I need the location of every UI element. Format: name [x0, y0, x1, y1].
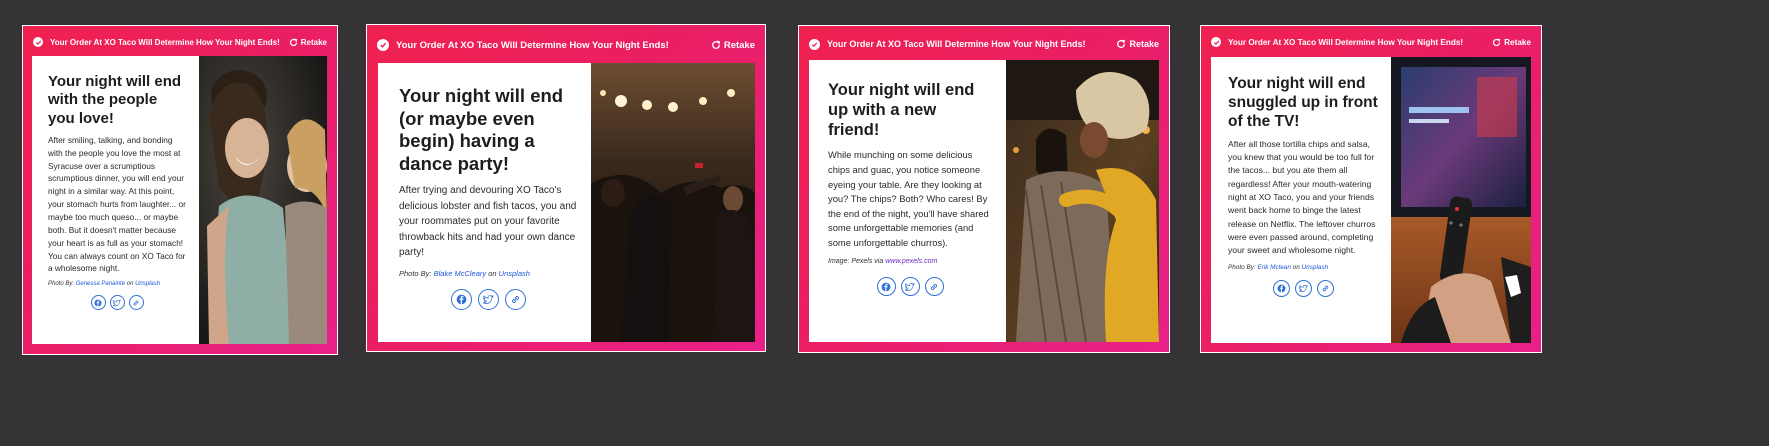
card-header: Your Order At XO Taco Will Determine How… — [367, 25, 765, 65]
quiz-title: Your Order At XO Taco Will Determine How… — [827, 39, 1086, 49]
facebook-share-button[interactable] — [90, 295, 106, 311]
result-card-3: Your Order At XO Taco Will Determine How… — [798, 25, 1170, 353]
facebook-icon — [456, 294, 466, 305]
retake-button[interactable]: Retake — [1116, 39, 1159, 49]
result-text-panel: Your night will end up with a new friend… — [809, 60, 1006, 342]
link-icon — [930, 283, 938, 291]
twitter-icon — [1299, 284, 1308, 292]
card-header: Your Order At XO Taco Will Determine How… — [1201, 26, 1541, 58]
twitter-icon — [113, 299, 121, 307]
retake-label: Retake — [300, 37, 327, 47]
result-card-4: Your Order At XO Taco Will Determine How… — [1200, 25, 1542, 353]
twitter-share-button[interactable] — [477, 288, 499, 310]
copy-link-button[interactable] — [128, 295, 144, 311]
result-photo — [591, 63, 755, 342]
result-text-panel: Your night will end with the people you … — [32, 56, 199, 344]
source-link[interactable]: Unsplash — [135, 281, 160, 287]
result-text-panel: Your night will end (or maybe even begin… — [378, 63, 591, 342]
refresh-icon — [1117, 39, 1126, 48]
quiz-title: Your Order At XO Taco Will Determine How… — [396, 39, 669, 51]
friends-laughing-photo — [199, 56, 327, 344]
facebook-share-button[interactable] — [450, 288, 472, 310]
facebook-icon — [1277, 284, 1286, 292]
result-description: After smiling, talking, and bonding with… — [48, 134, 186, 274]
result-headline: Your night will end (or maybe even begin… — [399, 85, 564, 174]
link-icon — [511, 295, 519, 303]
retake-label: Retake — [1129, 39, 1159, 49]
facebook-share-button[interactable] — [876, 277, 896, 297]
result-photo — [1391, 57, 1531, 343]
copy-link-button[interactable] — [504, 288, 526, 310]
check-icon — [377, 39, 389, 51]
share-buttons — [1228, 279, 1379, 297]
result-description: While munching on some delicious chips a… — [828, 149, 989, 248]
result-card-1: Your Order At XO Taco Will Determine How… — [22, 25, 338, 355]
facebook-icon — [94, 299, 102, 307]
result-photo — [1006, 60, 1159, 342]
twitter-share-button[interactable] — [109, 295, 125, 311]
photo-credit: Photo By: Blake McCleary on Unsplash — [399, 268, 530, 278]
share-buttons — [399, 288, 577, 310]
result-headline: Your night will end snuggled up in front… — [1228, 75, 1378, 130]
hug-photo — [1006, 60, 1159, 342]
link-icon — [1322, 285, 1329, 291]
result-card-2: Your Order At XO Taco Will Determine How… — [366, 24, 766, 352]
quiz-title: Your Order At XO Taco Will Determine How… — [1228, 37, 1464, 47]
result-description: After trying and devouring XO Taco's del… — [399, 185, 577, 259]
facebook-icon — [881, 282, 891, 292]
copy-link-button[interactable] — [1317, 279, 1334, 297]
twitter-icon — [482, 294, 494, 304]
share-buttons — [48, 295, 186, 311]
retake-label: Retake — [723, 39, 755, 51]
result-description: After all those tortilla chips and salsa… — [1228, 138, 1376, 256]
share-buttons — [828, 277, 992, 297]
result-text-panel: Your night will end snuggled up in front… — [1211, 57, 1391, 343]
twitter-share-button[interactable] — [1295, 279, 1312, 297]
check-icon — [1211, 37, 1221, 47]
author-link[interactable]: Genessa Panainte — [76, 281, 125, 287]
source-link[interactable]: Unsplash — [499, 269, 530, 278]
result-headline: Your night will end up with a new friend… — [828, 81, 975, 140]
retake-button[interactable]: Retake — [289, 38, 327, 47]
facebook-share-button[interactable] — [1273, 279, 1290, 297]
result-photo — [199, 56, 327, 344]
photo-credit: Photo By: Genessa Panainte on Unsplash — [48, 281, 161, 288]
card-header: Your Order At XO Taco Will Determine How… — [23, 26, 337, 58]
dance-party-photo — [591, 63, 755, 342]
check-icon — [33, 37, 43, 47]
author-link[interactable]: Erik Mclean — [1258, 264, 1291, 271]
retake-label: Retake — [1504, 37, 1531, 47]
source-link[interactable]: Unsplash — [1302, 264, 1329, 271]
copy-link-button[interactable] — [924, 277, 944, 297]
check-icon — [809, 38, 820, 50]
photo-credit: Image: Pexels via www.pexels.com — [828, 258, 938, 266]
twitter-share-button[interactable] — [900, 277, 920, 297]
refresh-icon — [1493, 38, 1501, 46]
author-link[interactable]: Blake McCleary — [434, 269, 487, 278]
retake-button[interactable]: Retake — [1492, 38, 1531, 47]
source-link[interactable]: www.pexels.com — [885, 258, 937, 265]
twitter-icon — [905, 282, 915, 291]
quiz-title: Your Order At XO Taco Will Determine How… — [50, 37, 280, 47]
link-icon — [133, 300, 139, 306]
refresh-icon — [711, 40, 720, 49]
retake-button[interactable]: Retake — [711, 40, 755, 51]
photo-credit: Photo By: Erik Mclean on Unsplash — [1228, 263, 1329, 271]
result-headline: Your night will end with the people you … — [48, 73, 182, 127]
refresh-icon — [289, 38, 297, 46]
tv-remote-photo — [1391, 57, 1531, 343]
card-header: Your Order At XO Taco Will Determine How… — [799, 26, 1169, 62]
